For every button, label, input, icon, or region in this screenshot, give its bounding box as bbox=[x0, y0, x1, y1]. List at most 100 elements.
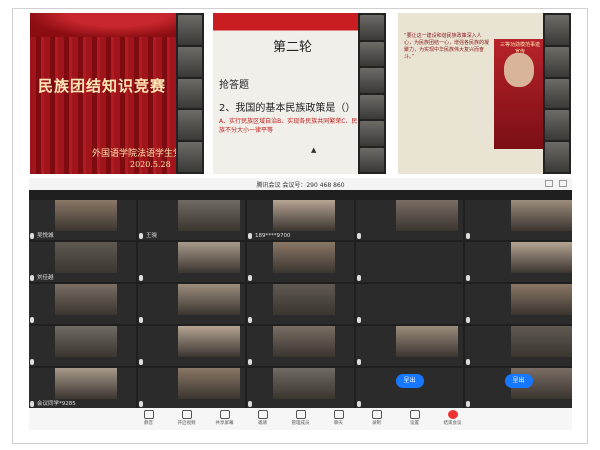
participant-strip bbox=[543, 13, 571, 174]
participant-video bbox=[273, 242, 335, 273]
participant-cam bbox=[360, 68, 384, 93]
participant-tile[interactable] bbox=[247, 326, 354, 366]
toolbar-label: 聊天 bbox=[334, 421, 343, 426]
participant-name: 刘佳越 bbox=[37, 275, 54, 281]
meeting-title: 腾讯会议 会议号：290 468 860 bbox=[256, 182, 345, 189]
slide-screenshot-3: “要让这一建设和谐民族政策深入人心，为民族团结一心，增强各民族的凝聚力，为实现中… bbox=[398, 13, 571, 174]
participant-tile[interactable] bbox=[29, 326, 136, 366]
toolbar-label: 静音 bbox=[144, 421, 153, 426]
participant-tile[interactable] bbox=[247, 368, 354, 408]
participant-strip bbox=[176, 13, 204, 174]
participant-tile[interactable] bbox=[465, 242, 572, 282]
participant-tile[interactable]: 呈出 bbox=[465, 368, 572, 408]
close-icon[interactable] bbox=[559, 180, 567, 187]
participant-tile[interactable] bbox=[356, 242, 463, 282]
participant-tile[interactable]: 刘佳越 bbox=[29, 242, 136, 282]
participant-tile[interactable] bbox=[356, 284, 463, 324]
mic-icon bbox=[30, 359, 34, 365]
participant-tile[interactable]: 王晓 bbox=[138, 200, 245, 240]
mic-icon bbox=[357, 275, 361, 281]
toolbar-button[interactable]: 录制 bbox=[364, 410, 390, 430]
mic-icon bbox=[30, 401, 34, 407]
toolbar-button[interactable]: 管理成员 bbox=[288, 410, 314, 430]
participant-cam bbox=[360, 94, 384, 119]
participant-tile[interactable] bbox=[356, 200, 463, 240]
participant-cam bbox=[178, 110, 202, 141]
toolbar-button[interactable]: 静音 bbox=[136, 410, 162, 430]
participant-cam bbox=[545, 15, 569, 45]
participant-cam bbox=[178, 46, 202, 77]
participant-video bbox=[178, 368, 240, 399]
participant-tile[interactable] bbox=[356, 326, 463, 366]
participant-video bbox=[273, 326, 335, 357]
slide-body-text: “要让这一建设和谐民族政策深入人心，为民族团结一心，增强各民族的凝聚力，为实现中… bbox=[404, 33, 490, 60]
mic-icon bbox=[466, 359, 470, 365]
leave-button[interactable]: 呈出 bbox=[395, 374, 424, 388]
question-text: 2、我国的基本民族政策是（） bbox=[219, 103, 356, 114]
leave-button[interactable]: 呈出 bbox=[504, 374, 533, 388]
participant-tile[interactable] bbox=[247, 242, 354, 282]
participant-video bbox=[178, 284, 240, 315]
participant-video bbox=[273, 200, 335, 231]
mic-icon bbox=[248, 359, 252, 365]
participant-video bbox=[396, 200, 458, 231]
toolbar-button[interactable]: 邀请 bbox=[250, 410, 276, 430]
participant-tile[interactable] bbox=[138, 242, 245, 282]
participant-tile[interactable] bbox=[465, 326, 572, 366]
toolbar-icon bbox=[447, 410, 458, 419]
participant-video bbox=[55, 326, 117, 357]
participant-cam bbox=[178, 15, 202, 45]
participant-tile[interactable] bbox=[138, 284, 245, 324]
toolbar-button[interactable]: 开启视频 bbox=[174, 410, 200, 430]
participant-tile[interactable]: 吴悦城 bbox=[29, 200, 136, 240]
participant-tile[interactable]: 189****9700 bbox=[247, 200, 354, 240]
participant-video bbox=[511, 242, 572, 273]
participant-cam bbox=[360, 41, 384, 66]
participant-tile[interactable] bbox=[465, 200, 572, 240]
toolbar-button[interactable]: 共享屏幕 bbox=[212, 410, 238, 430]
minimize-icon[interactable] bbox=[545, 180, 553, 187]
toolbar-button[interactable]: 聊天 bbox=[326, 410, 352, 430]
toolbar-icon bbox=[143, 410, 154, 419]
participant-cam bbox=[545, 78, 569, 109]
participant-tile[interactable]: 会议同学*9285 bbox=[29, 368, 136, 408]
participant-tile[interactable] bbox=[138, 368, 245, 408]
toolbar-icon bbox=[333, 410, 344, 419]
participant-tile[interactable] bbox=[247, 284, 354, 324]
participant-strip bbox=[358, 13, 386, 174]
video-grid: 吴悦城 王晓 189****9700 刘佳越会议同学*9285 呈出 呈出 bbox=[29, 200, 572, 408]
meeting-window: 腾讯会议 会议号：290 468 860 吴悦城 王晓 189****9700 刘佳越… bbox=[29, 178, 572, 430]
participant-name: 会议同学*9285 bbox=[37, 401, 76, 407]
toolbar-icon bbox=[219, 410, 230, 419]
meeting-toolbar: 静音 开启视频 共享屏幕 邀请 管理成员 聊天 录制 设置 结束会议 bbox=[29, 408, 572, 430]
meeting-titlebar: 腾讯会议 会议号：290 468 860 bbox=[29, 178, 572, 190]
question-type: 抢答题 bbox=[219, 80, 249, 91]
mic-icon bbox=[357, 233, 361, 239]
participant-video bbox=[178, 200, 240, 231]
toolbar-label: 管理成员 bbox=[291, 421, 310, 426]
toolbar-label: 录制 bbox=[372, 421, 381, 426]
participant-tile[interactable] bbox=[138, 326, 245, 366]
participant-video bbox=[178, 242, 240, 273]
participant-tile[interactable] bbox=[465, 284, 572, 324]
participant-video bbox=[511, 326, 572, 357]
participant-tile[interactable]: 呈出 bbox=[356, 368, 463, 408]
mic-icon bbox=[357, 401, 361, 407]
participant-name: 王晓 bbox=[146, 233, 158, 239]
mic-icon bbox=[248, 275, 252, 281]
toolbar-label: 开启视频 bbox=[177, 421, 196, 426]
toolbar-label: 结束会议 bbox=[443, 421, 462, 426]
toolbar-button[interactable]: 结束会议 bbox=[440, 410, 466, 430]
participant-tile[interactable] bbox=[29, 284, 136, 324]
toolbar-icon bbox=[181, 410, 192, 419]
participant-video bbox=[55, 368, 117, 399]
toolbar-button[interactable]: 设置 bbox=[402, 410, 428, 430]
mic-icon bbox=[30, 233, 34, 239]
participant-cam bbox=[545, 46, 569, 77]
participant-cam bbox=[178, 78, 202, 109]
participant-video bbox=[273, 284, 335, 315]
toolbar-icon bbox=[257, 410, 268, 419]
slide-title: 民族团结知识竞赛 bbox=[38, 77, 167, 95]
mic-icon bbox=[357, 317, 361, 323]
mic-icon bbox=[30, 275, 34, 281]
